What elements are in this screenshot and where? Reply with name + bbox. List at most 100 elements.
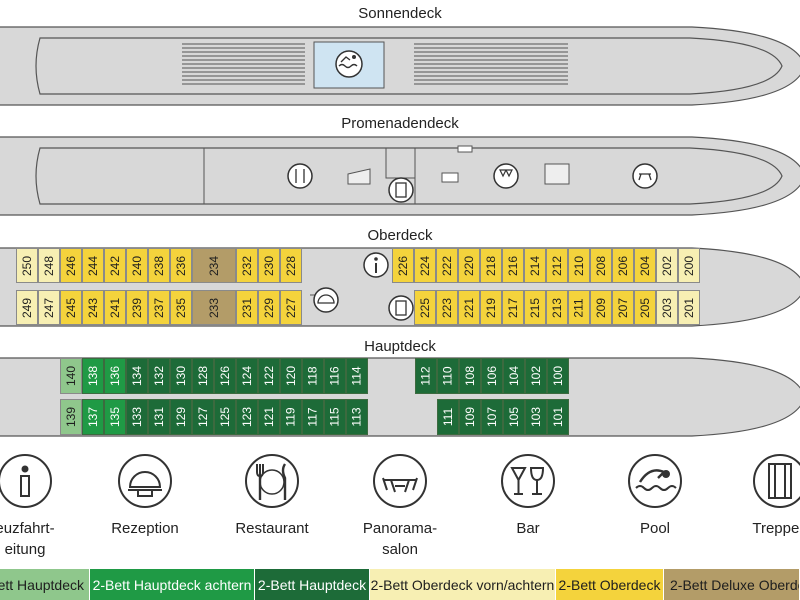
cabin-247[interactable]: 247 — [38, 290, 60, 325]
cabin-100[interactable]: 100 — [547, 358, 569, 394]
cabin-231[interactable]: 231 — [236, 290, 258, 325]
cabin-207[interactable]: 207 — [612, 290, 634, 325]
cabin-221[interactable]: 221 — [458, 290, 480, 325]
cabin-126[interactable]: 126 — [214, 358, 236, 394]
legend-icons: euzfahrt- eitung Rezeption Restaurant Pa… — [0, 448, 800, 560]
cabin-125[interactable]: 125 — [214, 399, 236, 435]
cabin-239[interactable]: 239 — [126, 290, 148, 325]
cabin-201[interactable]: 201 — [678, 290, 700, 325]
cabin-number: 237 — [152, 297, 166, 318]
cabin-119[interactable]: 119 — [280, 399, 302, 435]
cabin-number: 204 — [638, 255, 652, 276]
cabin-127[interactable]: 127 — [192, 399, 214, 435]
cabin-245[interactable]: 245 — [60, 290, 82, 325]
cabin-133[interactable]: 133 — [126, 399, 148, 435]
cabin-250[interactable]: 250 — [16, 248, 38, 283]
cabin-242[interactable]: 242 — [104, 248, 126, 283]
cabin-210[interactable]: 210 — [568, 248, 590, 283]
cabin-number: 238 — [152, 255, 166, 276]
cabin-140[interactable]: 140 — [60, 358, 82, 394]
cabin-204[interactable]: 204 — [634, 248, 656, 283]
cabin-129[interactable]: 129 — [170, 399, 192, 435]
cabin-219[interactable]: 219 — [480, 290, 502, 325]
cabin-238[interactable]: 238 — [148, 248, 170, 283]
cabin-118[interactable]: 118 — [302, 358, 324, 394]
cabin-123[interactable]: 123 — [236, 399, 258, 435]
cabin-113[interactable]: 113 — [346, 399, 368, 435]
cabin-243[interactable]: 243 — [82, 290, 104, 325]
cabin-211[interactable]: 211 — [568, 290, 590, 325]
cabin-208[interactable]: 208 — [590, 248, 612, 283]
cabin-230[interactable]: 230 — [258, 248, 280, 283]
cabin-114[interactable]: 114 — [346, 358, 368, 394]
cabin-104[interactable]: 104 — [503, 358, 525, 394]
cabin-134[interactable]: 134 — [126, 358, 148, 394]
cabin-248[interactable]: 248 — [38, 248, 60, 283]
cabin-101[interactable]: 101 — [547, 399, 569, 435]
cabin-117[interactable]: 117 — [302, 399, 324, 435]
cabin-131[interactable]: 131 — [148, 399, 170, 435]
cabin-209[interactable]: 209 — [590, 290, 612, 325]
cabin-226[interactable]: 226 — [392, 248, 414, 283]
cabin-103[interactable]: 103 — [525, 399, 547, 435]
cabin-139[interactable]: 139 — [60, 399, 82, 435]
cabin-124[interactable]: 124 — [236, 358, 258, 394]
cabin-232[interactable]: 232 — [236, 248, 258, 283]
cabin-137[interactable]: 137 — [82, 399, 104, 435]
cabin-236[interactable]: 236 — [170, 248, 192, 283]
cabin-112[interactable]: 112 — [415, 358, 437, 394]
cabin-203[interactable]: 203 — [656, 290, 678, 325]
cabin-135[interactable]: 135 — [104, 399, 126, 435]
cabin-228[interactable]: 228 — [280, 248, 302, 283]
pool-icon — [335, 50, 363, 78]
cabin-202[interactable]: 202 — [656, 248, 678, 283]
cabin-217[interactable]: 217 — [502, 290, 524, 325]
cabin-109[interactable]: 109 — [459, 399, 481, 435]
cabin-122[interactable]: 122 — [258, 358, 280, 394]
cabin-115[interactable]: 115 — [324, 399, 346, 435]
cabin-205[interactable]: 205 — [634, 290, 656, 325]
cabin-220[interactable]: 220 — [458, 248, 480, 283]
cabin-106[interactable]: 106 — [481, 358, 503, 394]
cabin-132[interactable]: 132 — [148, 358, 170, 394]
cabin-212[interactable]: 212 — [546, 248, 568, 283]
cabin-235[interactable]: 235 — [170, 290, 192, 325]
cabin-214[interactable]: 214 — [524, 248, 546, 283]
cabin-216[interactable]: 216 — [502, 248, 524, 283]
cabin-218[interactable]: 218 — [480, 248, 502, 283]
cabin-246[interactable]: 246 — [60, 248, 82, 283]
cabin-108[interactable]: 108 — [459, 358, 481, 394]
cabin-215[interactable]: 215 — [524, 290, 546, 325]
cabin-233[interactable]: 233 — [192, 290, 236, 325]
cabin-number: 228 — [284, 255, 298, 276]
cabin-213[interactable]: 213 — [546, 290, 568, 325]
cabin-229[interactable]: 229 — [258, 290, 280, 325]
cabin-240[interactable]: 240 — [126, 248, 148, 283]
cabin-234[interactable]: 234 — [192, 248, 236, 283]
cabin-110[interactable]: 110 — [437, 358, 459, 394]
legend-swatch-label: 2-Bett Hauptdeck — [257, 576, 367, 593]
cabin-number: 108 — [463, 365, 477, 387]
cabin-111[interactable]: 111 — [437, 399, 459, 435]
cabin-227[interactable]: 227 — [280, 290, 302, 325]
cabin-105[interactable]: 105 — [503, 399, 525, 435]
cabin-102[interactable]: 102 — [525, 358, 547, 394]
cabin-130[interactable]: 130 — [170, 358, 192, 394]
cabin-116[interactable]: 116 — [324, 358, 346, 394]
cabin-223[interactable]: 223 — [436, 290, 458, 325]
cabin-206[interactable]: 206 — [612, 248, 634, 283]
cabin-121[interactable]: 121 — [258, 399, 280, 435]
cabin-128[interactable]: 128 — [192, 358, 214, 394]
cabin-237[interactable]: 237 — [148, 290, 170, 325]
cabin-136[interactable]: 136 — [104, 358, 126, 394]
cabin-244[interactable]: 244 — [82, 248, 104, 283]
cabin-249[interactable]: 249 — [16, 290, 38, 325]
cabin-222[interactable]: 222 — [436, 248, 458, 283]
cabin-225[interactable]: 225 — [414, 290, 436, 325]
cabin-224[interactable]: 224 — [414, 248, 436, 283]
cabin-138[interactable]: 138 — [82, 358, 104, 394]
cabin-120[interactable]: 120 — [280, 358, 302, 394]
cabin-107[interactable]: 107 — [481, 399, 503, 435]
cabin-241[interactable]: 241 — [104, 290, 126, 325]
cabin-200[interactable]: 200 — [678, 248, 700, 283]
